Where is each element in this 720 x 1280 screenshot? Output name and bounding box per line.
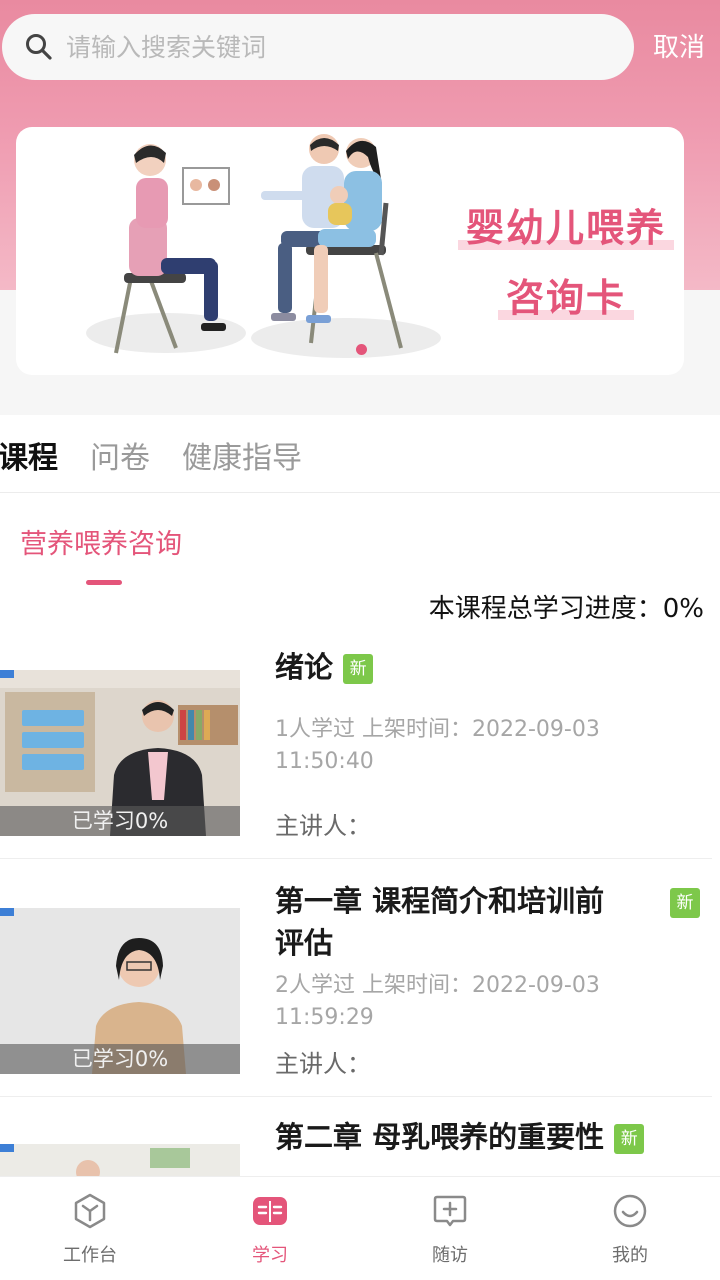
consultation-illustration bbox=[86, 134, 441, 358]
course-title-text: 绪论 bbox=[275, 650, 334, 684]
learned-progress-caption: 已学习0% bbox=[0, 1044, 240, 1074]
cancel-button[interactable]: 取消 bbox=[644, 26, 714, 70]
plus-chat-icon bbox=[430, 1191, 470, 1231]
category-tabs: 课程 问卷 健康指导 bbox=[0, 425, 720, 493]
course-item[interactable]: 第二章 母乳喂养的重要性 新 bbox=[0, 1108, 712, 1176]
course-meta-line1: 1人学过 上架时间：2022-09-03 bbox=[275, 717, 600, 742]
nav-followup[interactable]: 随访 bbox=[360, 1177, 540, 1280]
list-divider bbox=[0, 858, 712, 859]
course-meta-line2: 11:59:29 bbox=[275, 1005, 374, 1030]
nav-label: 学习 bbox=[252, 1245, 288, 1266]
lecturer-video-frame bbox=[0, 1144, 240, 1176]
banner-title-line2: 咨询卡 bbox=[497, 276, 634, 320]
course-title: 第二章 母乳喂养的重要性 新 bbox=[275, 1116, 645, 1158]
course-title: 第一章 课程简介和培训前 评估 bbox=[275, 880, 655, 964]
course-title-line1: 第一章 课程简介和培训前 bbox=[275, 884, 605, 918]
course-meta-line2: 11:50:40 bbox=[275, 749, 374, 774]
course-item[interactable]: 已学习0% 绪论 新 1人学过 上架时间：2022-09-03 11:50:40… bbox=[0, 640, 712, 850]
nav-label: 随访 bbox=[432, 1245, 468, 1266]
list-divider bbox=[0, 1096, 712, 1097]
workbench-hexagon-icon bbox=[70, 1191, 110, 1231]
smile-icon bbox=[610, 1191, 650, 1231]
course-thumbnail[interactable] bbox=[0, 1144, 240, 1176]
course-title-text: 第二章 母乳喂养的重要性 bbox=[275, 1120, 605, 1154]
nav-study[interactable]: 学习 bbox=[180, 1177, 360, 1280]
course-item[interactable]: 已学习0% 第一章 课程简介和培训前 评估 新 2人学过 上架时间：2022-0… bbox=[0, 870, 712, 1090]
nav-workbench[interactable]: 工作台 bbox=[0, 1177, 180, 1280]
course-title: 绪论 新 bbox=[275, 646, 374, 688]
new-badge: 新 bbox=[343, 654, 374, 684]
course-meta: 1人学过 上架时间：2022-09-03 11:50:40 bbox=[275, 714, 695, 778]
course-title-line2: 评估 bbox=[275, 926, 334, 960]
banner-title-line1: 婴幼儿喂养 bbox=[457, 206, 674, 250]
bottom-navigation: 工作台 学习 随访 我的 bbox=[0, 1176, 720, 1280]
nav-label: 我的 bbox=[612, 1245, 648, 1266]
search-input[interactable] bbox=[66, 32, 634, 62]
course-speaker: 主讲人： bbox=[275, 812, 371, 840]
tab-courses[interactable]: 课程 bbox=[0, 429, 58, 489]
subtab-nutrition-feeding[interactable]: 营养喂养咨询 bbox=[20, 522, 182, 561]
tab-questionnaire[interactable]: 问卷 bbox=[90, 429, 150, 489]
course-speaker: 主讲人： bbox=[275, 1050, 371, 1078]
search-icon bbox=[24, 32, 54, 62]
nav-mine[interactable]: 我的 bbox=[540, 1177, 720, 1280]
book-icon bbox=[250, 1191, 290, 1231]
banner-title: 婴幼儿喂养 咨询卡 bbox=[446, 193, 684, 333]
subtab-active-indicator bbox=[86, 580, 122, 585]
course-meta: 2人学过 上架时间：2022-09-03 11:59:29 bbox=[275, 970, 695, 1034]
carousel-indicator-dot[interactable] bbox=[356, 344, 367, 355]
course-thumbnail[interactable]: 已学习0% bbox=[0, 670, 240, 836]
tab-health-guidance[interactable]: 健康指导 bbox=[182, 429, 302, 489]
search-bar[interactable] bbox=[2, 14, 634, 80]
new-badge: 新 bbox=[670, 888, 700, 918]
total-progress-label: 本课程总学习进度：0% bbox=[428, 594, 704, 624]
new-badge: 新 bbox=[614, 1124, 645, 1154]
learned-progress-caption: 已学习0% bbox=[0, 806, 240, 836]
course-meta-line1: 2人学过 上架时间：2022-09-03 bbox=[275, 973, 600, 998]
course-thumbnail[interactable]: 已学习0% bbox=[0, 908, 240, 1074]
nav-label: 工作台 bbox=[63, 1245, 117, 1266]
banner-carousel[interactable]: 婴幼儿喂养 咨询卡 bbox=[16, 127, 684, 375]
